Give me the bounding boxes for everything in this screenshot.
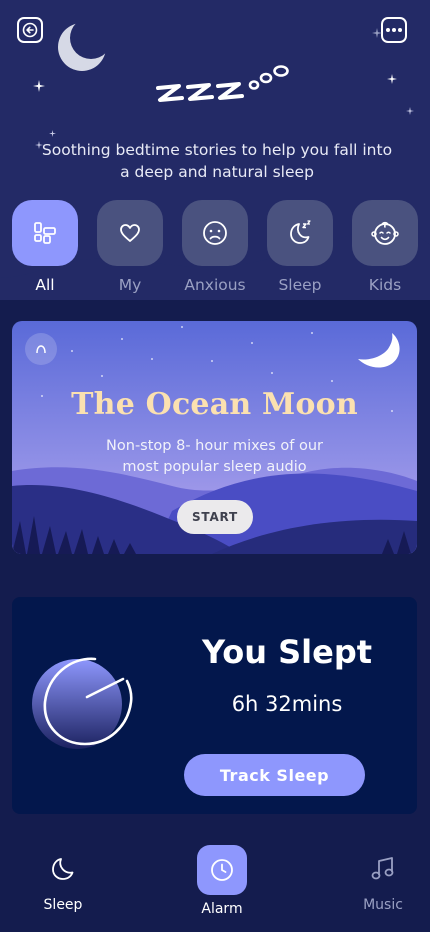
nav-label: Sleep [43,897,83,913]
bottom-navigation: Sleep Alarm Music [0,835,430,932]
start-button[interactable]: START [177,500,253,534]
sparkle-icon [372,28,382,38]
category-my[interactable]: My [97,200,163,294]
sleep-dial-graphic [32,657,133,749]
sad-face-icon [203,221,227,245]
nav-label: Music [363,897,403,913]
featured-story-card[interactable]: The Ocean Moon Non-stop 8- hour mixes of… [12,321,417,554]
category-tile [182,200,248,266]
nav-sleep[interactable]: Sleep [18,835,108,913]
more-options-button[interactable] [381,17,407,43]
crescent-moon-icon [58,23,106,71]
category-label: Sleep [278,276,322,294]
slept-title: You Slept [201,633,373,671]
track-sleep-button[interactable]: Track Sleep [184,754,365,796]
category-label: Kids [368,276,402,294]
feature-subtitle: Non-stop 8- hour mixes of our most popul… [106,438,323,475]
moon-icon [52,858,74,880]
sparkle-icon [406,107,414,115]
sparkle-icon [33,80,45,92]
category-label: My [118,276,142,294]
tagline-text: Soothing bedtime stories to help you fal… [41,141,393,181]
category-tile [352,200,418,266]
nav-music[interactable]: Music [338,835,428,913]
category-list: All My Anxious Sleep Kids [12,200,422,300]
feature-badge-icon [25,333,57,365]
category-anxious[interactable]: Anxious [182,200,248,294]
sparkle-icon [49,130,56,137]
more-dots-icon [386,28,402,32]
music-note-icon [371,857,394,880]
back-arrow-icon [22,22,38,38]
category-tile [97,200,163,266]
category-kids[interactable]: Kids [352,200,418,294]
zzz-sleep-icon [156,65,289,102]
slept-duration: 6h 32mins [231,692,343,716]
grid-icon [34,222,56,244]
category-tile [12,200,78,266]
alarm-tile [197,845,247,895]
clock-icon [211,859,233,881]
feature-title: The Ocean Moon [71,387,358,422]
moon-zz-icon [290,220,311,244]
category-all[interactable]: All [12,200,78,294]
nav-label: Alarm [201,901,243,917]
category-tile [267,200,333,266]
sleep-summary-card: You Slept 6h 32mins Track Sleep [12,597,417,814]
category-label: Anxious [184,276,246,294]
nav-alarm[interactable]: Alarm [177,835,267,917]
sleep-screen: Soothing bedtime stories to help you fal… [0,0,430,932]
baby-face-icon [371,221,399,245]
heart-icon [120,224,140,242]
category-label: All [35,276,55,294]
category-sleep[interactable]: Sleep [267,200,333,294]
back-button[interactable] [17,17,43,43]
sparkle-icon [387,74,397,84]
